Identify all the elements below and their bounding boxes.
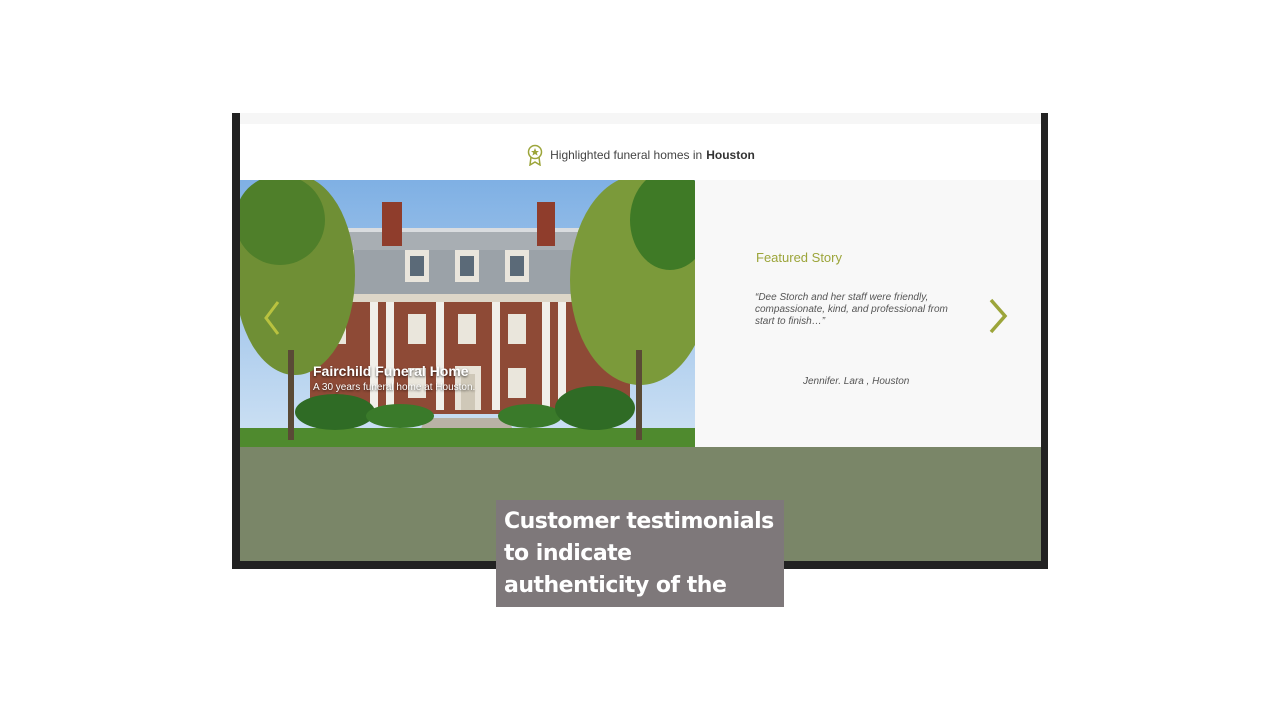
hero-image: Fairchild Funeral Home A 30 years funera… (240, 180, 695, 447)
website-screen: Highlighted funeral homes in Houston Fai… (240, 113, 1041, 561)
award-icon (527, 144, 543, 166)
heading-city: Houston (706, 148, 755, 162)
section-heading: Highlighted funeral homes in Houston (240, 137, 1041, 173)
chevron-left-icon[interactable] (262, 298, 282, 338)
chevron-right-icon[interactable] (985, 296, 1011, 336)
testimonial-quote: “Dee Storch and her staff were friendly,… (755, 292, 948, 327)
funeral-home-photo (240, 180, 695, 447)
hero-subtitle: A 30 years funeral home at Houston. (313, 382, 476, 393)
hero-title: Fairchild Funeral Home (313, 363, 469, 379)
featured-story-label: Featured Story (756, 250, 842, 265)
annotation-callout: Customer testimonials to indicate authen… (496, 500, 784, 630)
heading-text: Highlighted funeral homes in (550, 148, 703, 162)
featured-story-panel: Featured Story “Dee Storch and her staff… (695, 180, 1041, 447)
testimonial-author: Jennifer. Lara , Houston (803, 376, 910, 387)
top-strip (240, 113, 1041, 124)
